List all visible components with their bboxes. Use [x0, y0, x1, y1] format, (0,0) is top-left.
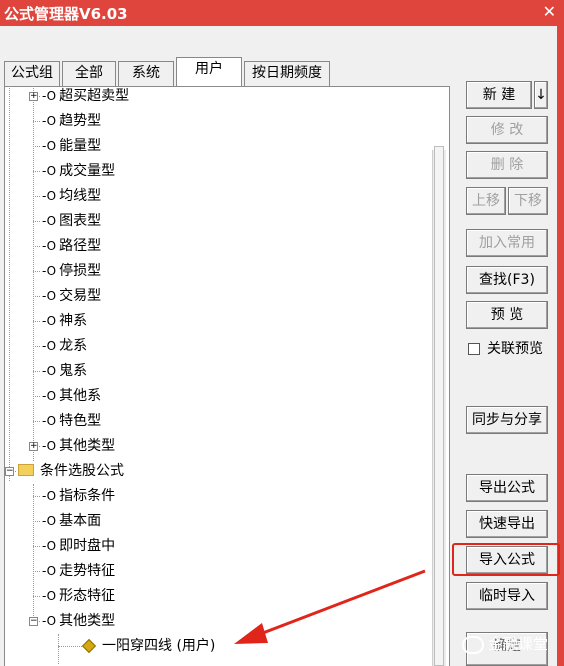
watermark: 金融课堂 [462, 630, 558, 658]
wechat-icon [462, 635, 484, 654]
watermark-text: 金融课堂 [488, 635, 549, 653]
annotation-arrow-icon [234, 569, 426, 644]
